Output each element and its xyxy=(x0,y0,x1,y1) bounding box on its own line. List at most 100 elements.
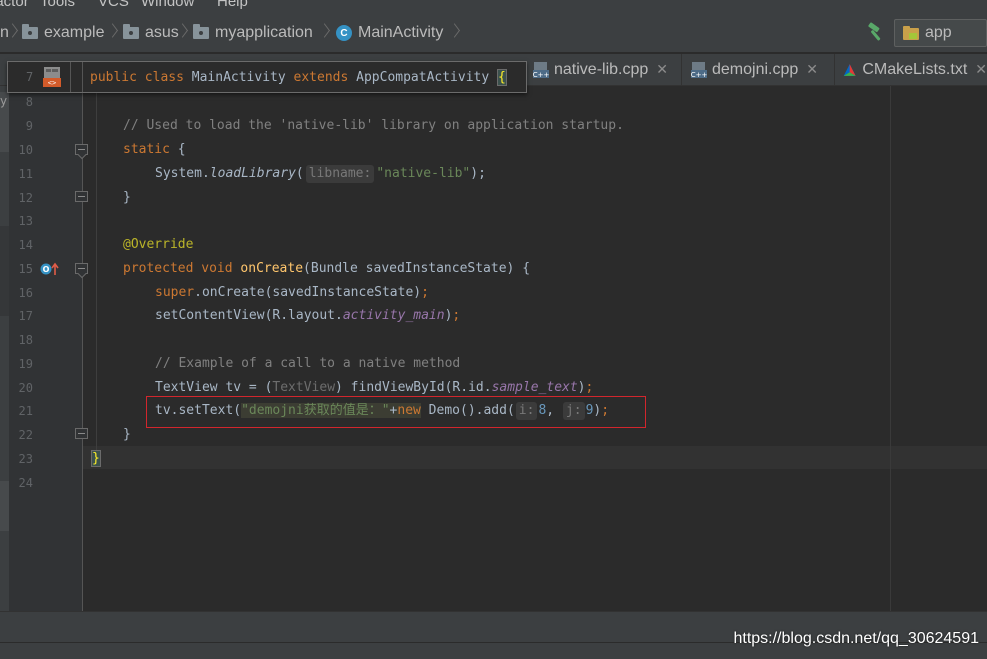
line-number: 19 xyxy=(18,357,33,371)
static-method-call: loadLibrary xyxy=(209,166,296,181)
keyword: protected xyxy=(123,261,194,276)
layout-file-icon[interactable]: <> xyxy=(41,66,63,88)
run-config-label: app xyxy=(925,24,952,41)
breadcrumb-label: MainActivity xyxy=(358,24,444,41)
breadcrumb-mainactivity[interactable]: C MainActivity xyxy=(336,22,443,44)
java-class-icon: C xyxy=(336,25,352,41)
keyword: super xyxy=(155,285,195,300)
line-number: 13 xyxy=(18,214,33,228)
menu-vcs[interactable]: VCS xyxy=(98,0,129,10)
semicolon: ; xyxy=(421,285,429,300)
code-line-19[interactable]: // Example of a call to a native method xyxy=(155,354,460,374)
code-line-23[interactable]: } xyxy=(91,449,101,469)
breadcrumb-asus[interactable]: asus xyxy=(123,22,179,44)
run-configuration-selector[interactable]: app xyxy=(894,19,987,47)
code-text: (Bundle savedInstanceState) { xyxy=(303,261,531,276)
breadcrumb-label: myapplication xyxy=(215,24,313,41)
keyword: void xyxy=(201,261,233,276)
android-app-module-icon xyxy=(903,26,919,40)
build-hammer-icon[interactable] xyxy=(866,22,886,42)
cpp-file-icon: C++ xyxy=(533,61,550,79)
override-method-icon[interactable]: O xyxy=(40,262,60,276)
semicolon: ; xyxy=(585,380,594,395)
redundant-cast: TextView xyxy=(272,380,336,395)
code-line-15[interactable]: protected void onCreate(Bundle savedInst… xyxy=(123,259,530,279)
code-line-17[interactable]: setContentView(R.layout.activity_main); xyxy=(155,306,460,326)
panel-block xyxy=(0,226,9,316)
method-declaration: onCreate xyxy=(240,261,304,276)
breadcrumb-separator xyxy=(108,24,118,42)
tab-native-lib-cpp[interactable]: C++ native-lib.cpp ✕ xyxy=(524,54,682,85)
breadcrumb-separator xyxy=(8,24,18,42)
fold-toggle[interactable] xyxy=(75,191,88,202)
matched-brace: } xyxy=(91,450,101,467)
caret-row-highlight xyxy=(83,446,987,469)
matched-brace: { xyxy=(497,69,507,86)
line-number: 12 xyxy=(18,191,33,205)
code-line-20[interactable]: TextView tv = (TextView) findViewById(R.… xyxy=(155,378,593,398)
keyword: public xyxy=(90,70,137,85)
indent-guide xyxy=(96,92,97,467)
code-text: } xyxy=(123,190,131,205)
code-text: ); xyxy=(470,166,486,181)
line-number: 22 xyxy=(18,428,33,442)
line-number: 18 xyxy=(18,333,33,347)
string-literal: "native-lib" xyxy=(376,166,471,181)
right-margin-guide xyxy=(890,86,891,611)
tab-cmakelists[interactable]: CMakeLists.txt ✕ xyxy=(835,54,987,85)
code-comment: // Example of a call to a native method xyxy=(155,356,461,371)
panel-edge-label: y xyxy=(0,94,8,108)
sticky-code-line: public class MainActivity extends AppCom… xyxy=(90,68,507,88)
cmake-icon xyxy=(843,63,856,76)
close-tab-icon[interactable]: ✕ xyxy=(656,61,668,78)
line-number: 23 xyxy=(18,452,33,466)
line-number: 14 xyxy=(18,238,33,252)
code-line-22[interactable]: } xyxy=(123,425,131,445)
code-text: .onCreate(savedInstanceState) xyxy=(194,285,422,300)
code-line-16[interactable]: super.onCreate(savedInstanceState); xyxy=(155,283,429,303)
code-line-9[interactable]: // Used to load the 'native-lib' library… xyxy=(123,116,624,136)
code-comment: // Used to load the 'native-lib' library… xyxy=(123,118,624,133)
tab-demojni-cpp[interactable]: C++ demojni.cpp ✕ xyxy=(682,54,835,85)
fold-toggle[interactable] xyxy=(75,428,88,439)
menu-bar: Refactor Tools VCS Window Help xyxy=(0,0,987,12)
package-folder-icon xyxy=(123,24,139,39)
close-tab-icon[interactable]: ✕ xyxy=(975,61,987,78)
code-line-11[interactable]: System.loadLibrary(libname: "native-lib")… xyxy=(155,164,486,184)
svg-text:C++: C++ xyxy=(691,71,708,79)
breadcrumb-label: asus xyxy=(145,24,179,41)
tab-label: CMakeLists.txt xyxy=(862,60,968,78)
parameter-hint: libname: xyxy=(305,165,375,183)
code-text: TextView tv = ( xyxy=(155,380,273,395)
keyword: class xyxy=(144,70,184,85)
breadcrumb-separator xyxy=(450,24,460,42)
navigation-bar: n example asus myapplication C MainActiv… xyxy=(0,12,987,53)
code-text: ) xyxy=(577,380,586,395)
line-number: 20 xyxy=(18,381,33,395)
project-panel-edge[interactable]: y xyxy=(0,86,9,642)
code-line-10[interactable]: static { xyxy=(123,140,186,160)
line-number: 7 xyxy=(26,70,34,84)
code-line-14[interactable]: @Override xyxy=(123,235,193,255)
breadcrumb-example[interactable]: example xyxy=(22,22,104,44)
breadcrumb-label: example xyxy=(44,24,105,41)
menu-window[interactable]: Window xyxy=(141,0,194,10)
code-line-12[interactable]: } xyxy=(123,188,131,208)
cpp-file-icon: C++ xyxy=(691,61,708,79)
close-tab-icon[interactable]: ✕ xyxy=(806,61,818,78)
menu-help[interactable]: Help xyxy=(217,0,248,10)
svg-text:C++: C++ xyxy=(533,71,550,79)
fold-toggle[interactable] xyxy=(75,263,88,274)
tab-label: demojni.cpp xyxy=(712,60,799,78)
fold-toggle[interactable] xyxy=(75,144,88,155)
menu-refactor[interactable]: Refactor xyxy=(0,0,29,10)
highlight-annotation-box xyxy=(146,396,646,428)
menu-tools[interactable]: Tools xyxy=(40,0,75,10)
breadcrumb-separator xyxy=(178,24,188,42)
line-number: 24 xyxy=(18,476,33,490)
editor-gutter[interactable] xyxy=(9,86,83,611)
breadcrumb-myapplication[interactable]: myapplication xyxy=(193,22,313,44)
sticky-class-header[interactable]: 7 <> public class MainActivity extends A… xyxy=(7,61,527,93)
svg-text:<>: <> xyxy=(48,79,56,87)
breadcrumb-separator xyxy=(320,24,330,42)
